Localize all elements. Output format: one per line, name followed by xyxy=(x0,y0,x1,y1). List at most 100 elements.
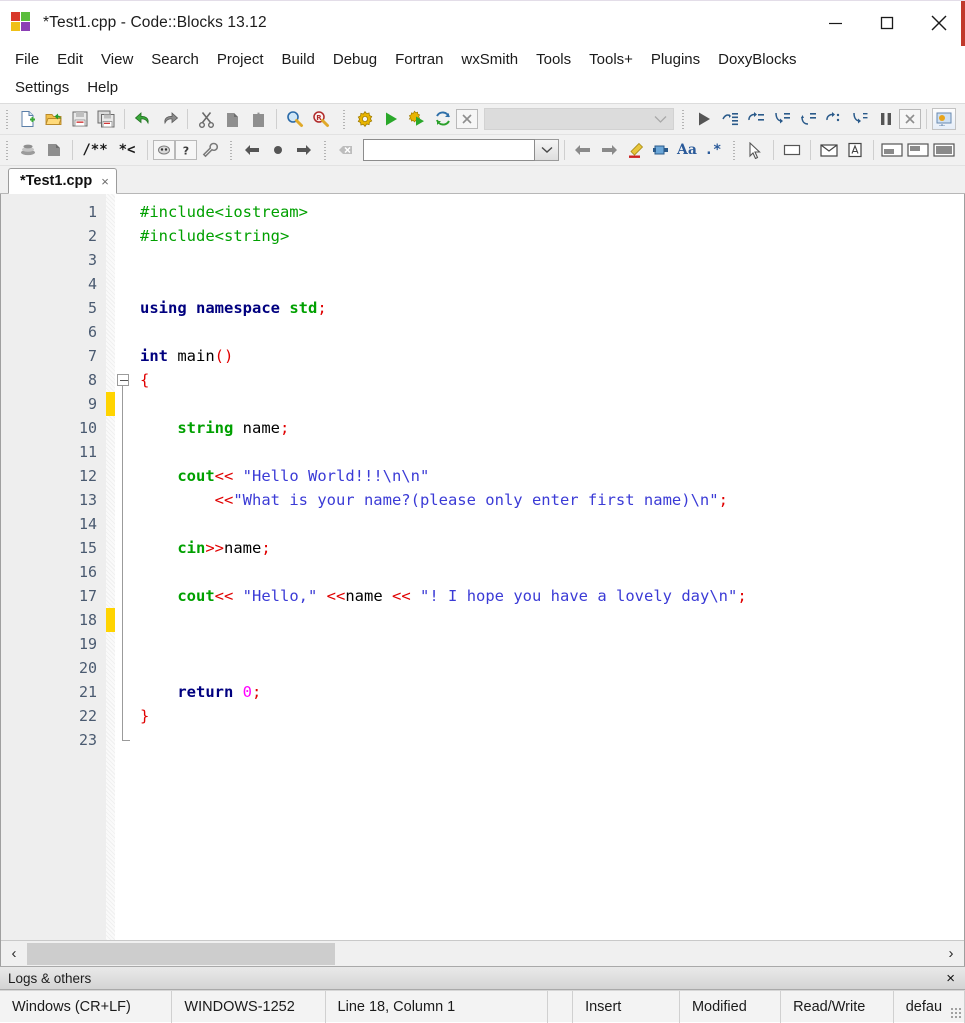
save-icon[interactable] xyxy=(67,106,93,132)
break-debugger-icon[interactable] xyxy=(873,106,899,132)
doxyblocks-blockcomment-icon[interactable]: *< xyxy=(112,137,142,163)
code-editor[interactable]: 1 2 3 4 5 6 7 8 9 10 11 12 13 14 15 16 17 18 19 20 21 22 23 #i… xyxy=(1,194,964,940)
back-icon[interactable] xyxy=(239,137,265,163)
next-line-icon[interactable] xyxy=(743,106,769,132)
stop-debugger-icon[interactable] xyxy=(899,109,921,129)
doxyblocks-extract-icon[interactable] xyxy=(41,137,67,163)
doxyblocks-icon[interactable] xyxy=(15,137,41,163)
clear-icon[interactable] xyxy=(333,137,359,163)
resize-grip-icon[interactable] xyxy=(950,1007,962,1019)
line-marker-empty xyxy=(106,344,115,368)
abort-icon[interactable] xyxy=(456,109,478,129)
open-file-icon[interactable] xyxy=(41,106,67,132)
line-marker-empty xyxy=(106,728,115,752)
menu-fortran[interactable]: Fortran xyxy=(386,49,452,70)
doxyblocks-help-icon[interactable]: ? xyxy=(175,140,197,160)
debugging-windows-icon[interactable] xyxy=(932,108,956,130)
debug-continue-icon[interactable] xyxy=(691,106,717,132)
toolbar-grip[interactable] xyxy=(3,139,12,161)
next-instruction-icon[interactable] xyxy=(821,106,847,132)
editor-tab-test1-cpp[interactable]: *Test1.cpp × xyxy=(8,168,117,194)
menu-tools[interactable]: Tools xyxy=(527,49,580,70)
doxyblocks-comment-icon[interactable]: /** xyxy=(78,137,112,163)
code-token-punct: ; xyxy=(280,419,290,437)
toolbar-grip[interactable] xyxy=(227,139,236,161)
dialog-icon[interactable] xyxy=(816,137,842,163)
match-case-icon[interactable]: Aa xyxy=(674,137,700,163)
redo-icon[interactable] xyxy=(156,106,182,132)
doxyblocks-run-icon[interactable] xyxy=(153,140,175,160)
menu-doxyblocks[interactable]: DoxyBlocks xyxy=(709,49,805,70)
home-icon[interactable] xyxy=(265,137,291,163)
menu-project[interactable]: Project xyxy=(208,49,273,70)
run-icon[interactable] xyxy=(378,106,404,132)
search-input[interactable] xyxy=(363,139,535,161)
code-line: #include<string> xyxy=(140,224,964,248)
logs-close-icon[interactable]: × xyxy=(944,970,957,987)
menu-build[interactable]: Build xyxy=(273,49,324,70)
build-target-combo[interactable] xyxy=(484,108,674,130)
menu-help[interactable]: Help xyxy=(78,77,127,98)
menu-plugins[interactable]: Plugins xyxy=(642,49,709,70)
search-history-dropdown[interactable] xyxy=(535,139,559,161)
close-icon[interactable] xyxy=(913,1,965,46)
find-icon[interactable] xyxy=(282,106,308,132)
code-line: string name; xyxy=(140,416,964,440)
step-into-icon[interactable] xyxy=(769,106,795,132)
fold-cell[interactable] xyxy=(115,368,133,392)
menu-edit[interactable]: Edit xyxy=(48,49,92,70)
build-icon[interactable] xyxy=(352,106,378,132)
replace-icon[interactable]: R xyxy=(308,106,334,132)
toolbar-grip[interactable] xyxy=(340,108,349,130)
menu-search[interactable]: Search xyxy=(142,49,208,70)
forward-icon[interactable] xyxy=(291,137,317,163)
scroll-track[interactable] xyxy=(27,942,938,965)
scroll-left-icon[interactable]: ‹ xyxy=(1,942,27,966)
code-text-area[interactable]: #include<iostream> #include<string> using… xyxy=(133,194,964,940)
step-into-instruction-icon[interactable] xyxy=(847,106,873,132)
build-and-run-icon[interactable] xyxy=(404,106,430,132)
bookmark-icon[interactable] xyxy=(648,137,674,163)
maximize-icon[interactable] xyxy=(861,1,913,46)
menu-debug[interactable]: Debug xyxy=(324,49,386,70)
scroll-right-icon[interactable]: › xyxy=(938,942,964,966)
step-out-icon[interactable] xyxy=(795,106,821,132)
panel-icon[interactable] xyxy=(779,137,805,163)
new-file-icon[interactable] xyxy=(15,106,41,132)
regex-icon[interactable]: .* xyxy=(700,137,726,163)
editor-horizontal-scrollbar[interactable]: ‹ › xyxy=(1,940,964,966)
code-folding-gutter[interactable] xyxy=(115,194,133,940)
toolbar-grip[interactable] xyxy=(730,139,739,161)
undo-icon[interactable] xyxy=(130,106,156,132)
prev-icon[interactable] xyxy=(570,137,596,163)
layout2-icon[interactable] xyxy=(905,137,931,163)
next-icon[interactable] xyxy=(596,137,622,163)
menu-view[interactable]: View xyxy=(92,49,142,70)
fold-collapse-icon[interactable] xyxy=(117,374,129,386)
menu-file[interactable]: File xyxy=(6,49,48,70)
paste-icon[interactable] xyxy=(245,106,271,132)
pointer-icon[interactable] xyxy=(742,137,768,163)
scroll-thumb[interactable] xyxy=(27,942,335,965)
frame-icon[interactable] xyxy=(842,137,868,163)
copy-icon[interactable] xyxy=(219,106,245,132)
minimize-icon[interactable] xyxy=(809,1,861,46)
menu-settings[interactable]: Settings xyxy=(6,77,78,98)
save-all-icon[interactable] xyxy=(93,106,119,132)
tab-close-icon[interactable]: × xyxy=(101,174,109,189)
cut-icon[interactable] xyxy=(193,106,219,132)
layout3-icon[interactable] xyxy=(931,137,957,163)
doxyblocks-config-icon[interactable] xyxy=(197,137,223,163)
layout1-icon[interactable] xyxy=(879,137,905,163)
code-token-id xyxy=(233,467,242,485)
highlight-icon[interactable] xyxy=(622,137,648,163)
code-line: using namespace std; xyxy=(140,296,964,320)
toolbar-grip[interactable] xyxy=(321,139,330,161)
menu-tools-plus[interactable]: Tools+ xyxy=(580,49,642,70)
run-to-cursor-icon[interactable] xyxy=(717,106,743,132)
toolbar-grip[interactable] xyxy=(3,108,12,130)
menu-wxsmith[interactable]: wxSmith xyxy=(452,49,527,70)
toolbar-grip[interactable] xyxy=(679,108,688,130)
rebuild-icon[interactable] xyxy=(430,106,456,132)
